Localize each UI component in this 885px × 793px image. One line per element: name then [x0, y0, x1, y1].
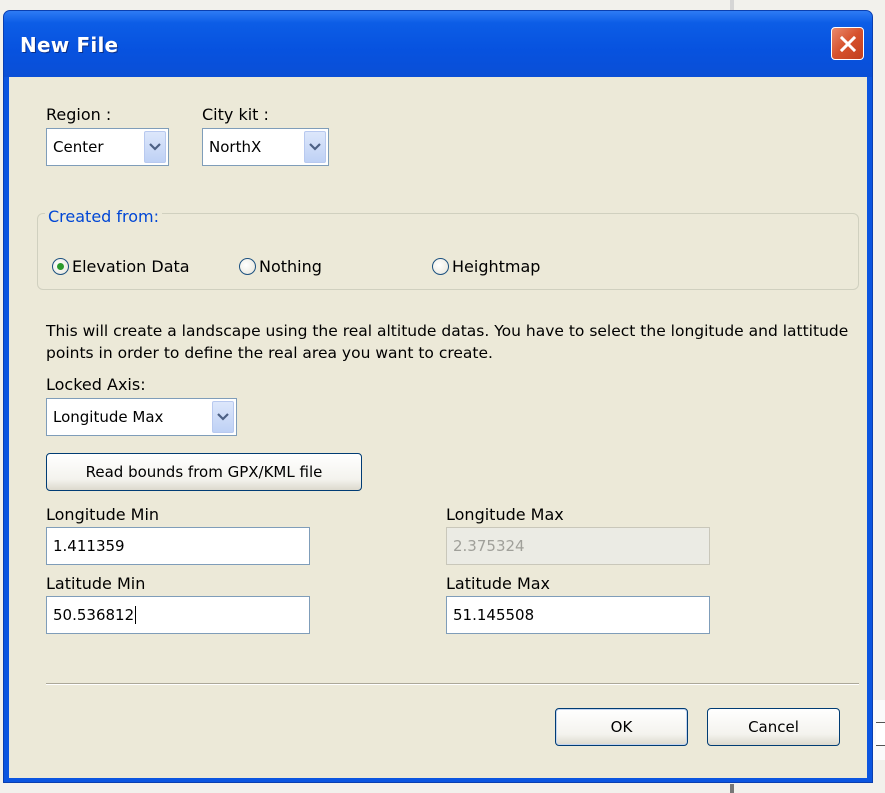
- chevron-down-icon[interactable]: [144, 131, 166, 163]
- city-kit-select[interactable]: NorthX: [202, 128, 329, 166]
- read-bounds-button[interactable]: Read bounds from GPX/KML file: [46, 453, 362, 491]
- latitude-max-label: Latitude Max: [446, 574, 551, 593]
- radio-unselected-icon: [432, 258, 449, 275]
- radio-unselected-icon: [239, 258, 256, 275]
- radio-label: Nothing: [259, 257, 322, 276]
- divider: [46, 683, 859, 685]
- description-text: This will create a landscape using the r…: [46, 322, 849, 362]
- region-select[interactable]: Center: [46, 128, 169, 166]
- background-window-edge: [730, 784, 734, 793]
- new-file-dialog: New File Region : Center City kit : Nort…: [3, 10, 873, 783]
- chevron-down-icon[interactable]: [304, 131, 326, 163]
- city-kit-label: City kit :: [202, 105, 269, 124]
- chevron-down-icon[interactable]: [212, 401, 234, 433]
- background-control: [876, 722, 885, 746]
- locked-axis-select[interactable]: Longitude Max: [46, 398, 237, 436]
- latitude-max-input[interactable]: 51.145508: [446, 596, 710, 634]
- city-kit-select-value: NorthX: [209, 138, 262, 156]
- dialog-title: New File: [20, 33, 119, 57]
- longitude-max-label: Longitude Max: [446, 505, 564, 524]
- ok-button[interactable]: OK: [555, 708, 688, 746]
- radio-label: Elevation Data: [72, 257, 190, 276]
- radio-elevation-data[interactable]: Elevation Data: [52, 257, 190, 276]
- latitude-min-value: 50.536812: [53, 606, 135, 624]
- screen: New File Region : Center City kit : Nort…: [0, 0, 885, 793]
- longitude-min-label: Longitude Min: [46, 505, 160, 524]
- close-button[interactable]: [831, 27, 864, 60]
- title-bar[interactable]: New File: [4, 11, 872, 77]
- longitude-max-input: 2.375324: [446, 527, 710, 565]
- background-window-edge: [730, 0, 734, 10]
- latitude-min-input[interactable]: 50.536812: [46, 596, 310, 634]
- locked-axis-select-value: Longitude Max: [53, 408, 164, 426]
- region-select-value: Center: [53, 138, 104, 156]
- radio-label: Heightmap: [452, 257, 541, 276]
- latitude-min-label: Latitude Min: [46, 574, 146, 593]
- locked-axis-label: Locked Axis:: [46, 375, 146, 394]
- radio-heightmap[interactable]: Heightmap: [432, 257, 540, 276]
- dialog-body: Region : Center City kit : NorthX Create…: [9, 77, 867, 778]
- text-cursor: [135, 606, 137, 624]
- close-icon: [839, 35, 856, 52]
- cancel-button[interactable]: Cancel: [707, 708, 840, 746]
- radio-nothing[interactable]: Nothing: [239, 257, 322, 276]
- created-from-legend: Created from:: [45, 207, 163, 226]
- region-label: Region :: [46, 105, 112, 124]
- radio-selected-icon: [52, 258, 69, 275]
- longitude-min-input[interactable]: 1.411359: [46, 527, 310, 565]
